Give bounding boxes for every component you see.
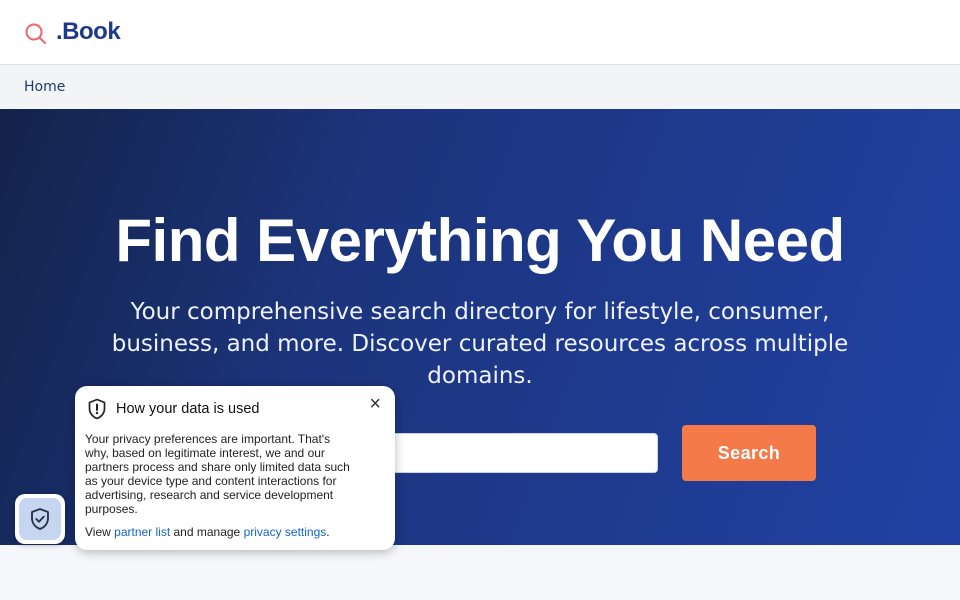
breadcrumb-home-link[interactable]: Home xyxy=(24,79,65,95)
logo-text: .Book xyxy=(56,18,121,45)
hero-subtitle: Your comprehensive search directory for … xyxy=(111,299,849,389)
privacy-badge-inner xyxy=(19,498,61,540)
privacy-popup-footer: View partner list and manage privacy set… xyxy=(85,525,330,539)
shield-check-icon xyxy=(31,508,49,530)
privacy-badge-button[interactable] xyxy=(15,494,65,544)
privacy-settings-link[interactable]: privacy settings xyxy=(244,525,327,539)
site-header: .Book xyxy=(0,0,960,65)
partner-list-link[interactable]: partner list xyxy=(114,525,170,539)
privacy-popup-header: How your data is used xyxy=(87,398,259,420)
footer-suffix: . xyxy=(326,525,330,539)
shield-exclamation-icon xyxy=(88,398,106,420)
privacy-popup: How your data is used × Your privacy pre… xyxy=(75,386,395,550)
search-icon xyxy=(25,23,46,44)
privacy-popup-title: How your data is used xyxy=(116,401,260,417)
close-icon[interactable]: × xyxy=(369,394,381,414)
search-button[interactable]: Search xyxy=(682,425,816,481)
footer-prefix: View xyxy=(85,525,115,539)
footer-middle: and manage xyxy=(170,525,244,539)
site-logo[interactable]: .Book xyxy=(24,18,121,46)
breadcrumb: Home xyxy=(0,65,960,109)
privacy-popup-text: Your privacy preferences are important. … xyxy=(85,432,350,516)
hero-title: Find Everything You Need xyxy=(115,207,845,274)
